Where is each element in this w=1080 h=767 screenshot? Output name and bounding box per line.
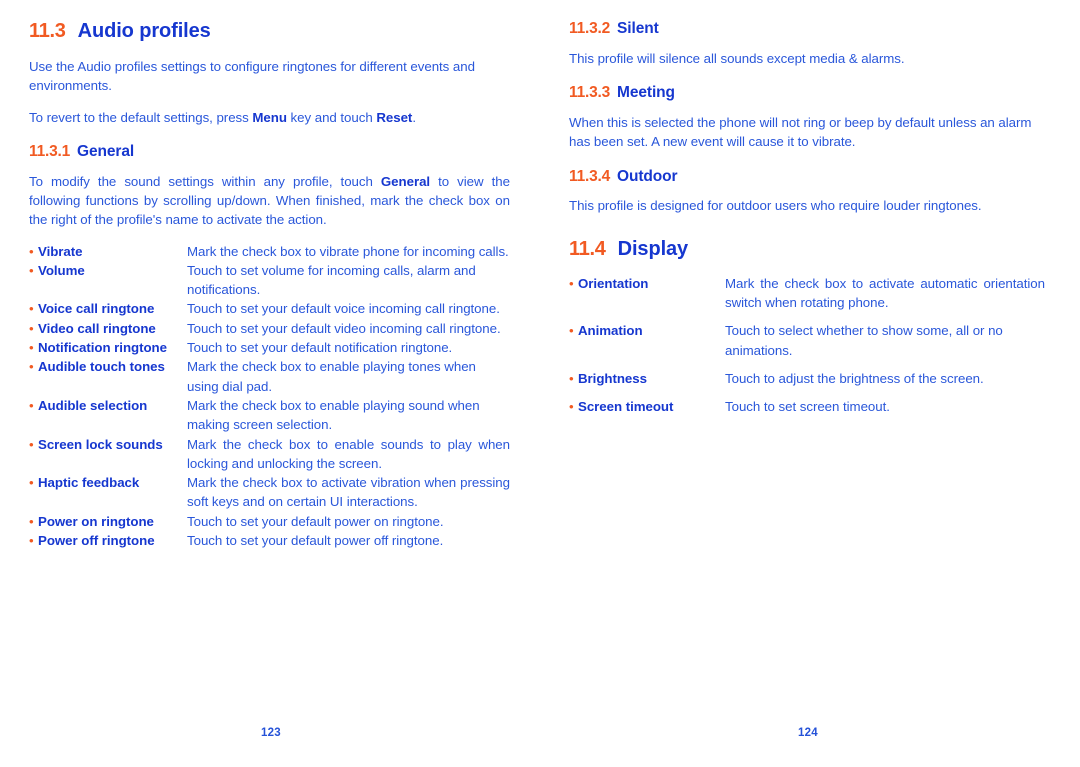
setting-row: • Voice call ringtone Touch to set your de… bbox=[29, 299, 510, 318]
setting-row: • Notification ringtone Touch to set your … bbox=[29, 338, 510, 357]
setting-term: Screen timeout bbox=[578, 399, 674, 415]
setting-description: Touch to select whether to show some, al… bbox=[725, 323, 1003, 358]
setting-description: Touch to set your default video incoming… bbox=[187, 320, 501, 336]
setting-description: Touch to set your default voice incoming… bbox=[187, 301, 500, 317]
revert-text-middle: key and touch bbox=[286, 109, 377, 125]
reset-label: Reset bbox=[376, 109, 413, 125]
bullet-icon: • bbox=[29, 243, 34, 259]
revert-text-before: To revert to the default settings, press bbox=[29, 109, 253, 125]
setting-row: • Brightness Touch to adjust the brightnes… bbox=[569, 369, 1045, 388]
setting-term: Power off ringtone bbox=[38, 533, 155, 549]
bullet-icon: • bbox=[569, 399, 574, 415]
setting-row: • Vibrate Mark the check box to vibrate ph… bbox=[29, 242, 510, 261]
bullet-icon: • bbox=[29, 340, 34, 356]
bullet-icon: • bbox=[569, 370, 574, 386]
setting-description: Touch to set your default power off ring… bbox=[187, 533, 444, 549]
setting-term: Voice call ringtone bbox=[38, 301, 155, 317]
bullet-icon: • bbox=[29, 533, 34, 549]
subsection-heading-meeting: 11.3.3 Meeting bbox=[569, 84, 1045, 102]
display-settings-list: • Orientation Mark the check box to activa… bbox=[569, 274, 1045, 417]
bullet-icon: • bbox=[29, 436, 34, 452]
setting-description: Touch to adjust the brightness of the sc… bbox=[725, 370, 984, 386]
intro-paragraph: Use the Audio profiles settings to confi… bbox=[29, 59, 475, 94]
setting-row: • Audible touch tones Mark the check box t… bbox=[29, 357, 510, 396]
subsection-heading-silent: 11.3.2 Silent bbox=[569, 20, 1045, 38]
setting-row: • Animation Touch to select whether to sho… bbox=[569, 321, 1045, 360]
setting-description: Mark the check box to enable playing sou… bbox=[187, 397, 480, 433]
bullet-icon: • bbox=[29, 397, 34, 413]
setting-term: Orientation bbox=[578, 275, 649, 291]
subsection-title: Meeting bbox=[617, 84, 675, 102]
setting-term: Volume bbox=[38, 262, 85, 278]
setting-row: • Screen timeout Touch to set screen timeo… bbox=[569, 397, 1045, 416]
bullet-icon: • bbox=[29, 475, 34, 491]
setting-description: Touch to set your default power on ringt… bbox=[187, 513, 444, 529]
setting-row: • Power on ringtone Touch to set your defa… bbox=[29, 512, 510, 531]
setting-row: • Power off ringtone Touch to set your def… bbox=[29, 531, 510, 550]
section-title: Audio profiles bbox=[77, 20, 211, 42]
setting-row: • Orientation Mark the check box to activa… bbox=[569, 274, 1045, 313]
meeting-paragraph: When this is selected the phone will not… bbox=[569, 114, 1032, 150]
menu-key-label: Menu bbox=[252, 109, 287, 125]
subsection-title: General bbox=[77, 142, 135, 160]
section-heading-display: 11.4 Display bbox=[569, 238, 1045, 261]
setting-term: Haptic feedback bbox=[38, 475, 140, 491]
section-title: Display bbox=[617, 237, 689, 260]
page-left: 11.3 Audio profiles Use the Audio profile… bbox=[0, 0, 540, 767]
page-number-right: 124 bbox=[798, 727, 818, 739]
setting-term: Notification ringtone bbox=[38, 340, 167, 356]
document-spread: 11.3 Audio profiles Use the Audio profile… bbox=[0, 0, 1080, 767]
bullet-icon: • bbox=[569, 323, 574, 339]
page-right: 11.3.2 Silent This profile will silence a… bbox=[540, 0, 1080, 767]
setting-description: Mark the check box to vibrate phone for … bbox=[187, 243, 509, 259]
subsection-title: Silent bbox=[617, 20, 659, 37]
setting-row: • Volume Touch to set volume for incoming … bbox=[29, 261, 510, 300]
subsection-number: 11.3.2 bbox=[569, 20, 611, 37]
subsection-title: Outdoor bbox=[617, 167, 678, 185]
bullet-icon: • bbox=[29, 359, 34, 375]
revert-text-after: . bbox=[412, 109, 416, 125]
setting-description: Touch to set your default notification r… bbox=[187, 340, 453, 356]
general-bold-label: General bbox=[380, 173, 431, 189]
subsection-number: 11.3.4 bbox=[569, 167, 611, 185]
bullet-icon: • bbox=[569, 275, 574, 291]
revert-paragraph: To revert to the default settings, press… bbox=[29, 108, 510, 127]
setting-term: Screen lock sounds bbox=[38, 436, 163, 452]
general-settings-list: • Vibrate Mark the check box to vibrate ph… bbox=[29, 242, 510, 551]
setting-description: Touch to set screen timeout. bbox=[725, 399, 890, 415]
setting-description: Mark the check box to enable sounds to p… bbox=[187, 436, 510, 471]
subsection-number: 11.3.1 bbox=[29, 142, 71, 160]
page-number-left: 123 bbox=[261, 727, 281, 739]
setting-description: Touch to set volume for incoming calls, … bbox=[187, 262, 476, 298]
setting-description: Mark the check box to activate vibration… bbox=[187, 475, 510, 510]
setting-row: • Video call ringtone Touch to set your de… bbox=[29, 319, 510, 338]
setting-row: • Haptic feedback Mark the check box to ac… bbox=[29, 473, 510, 512]
section-number: 11.4 bbox=[569, 237, 606, 260]
subsection-heading-outdoor: 11.3.4 Outdoor bbox=[569, 168, 1045, 186]
setting-term: Brightness bbox=[578, 370, 647, 386]
bullet-icon: • bbox=[29, 513, 34, 529]
general-text-before: To modify the sound settings within any … bbox=[29, 173, 381, 189]
setting-row: • Audible selection Mark the check box to … bbox=[29, 396, 510, 435]
setting-term: Video call ringtone bbox=[38, 320, 156, 336]
subsection-heading-general: 11.3.1 General bbox=[29, 143, 510, 161]
setting-row: • Screen lock sounds Mark the check box to… bbox=[29, 435, 510, 474]
section-number: 11.3 bbox=[29, 20, 66, 42]
setting-term: Vibrate bbox=[38, 243, 83, 259]
section-heading-audio-profiles: 11.3 Audio profiles bbox=[29, 20, 510, 43]
general-paragraph: To modify the sound settings within any … bbox=[29, 172, 510, 230]
setting-term: Animation bbox=[578, 323, 643, 339]
bullet-icon: • bbox=[29, 262, 34, 278]
bullet-icon: • bbox=[29, 320, 34, 336]
setting-term: Audible touch tones bbox=[38, 359, 165, 375]
silent-paragraph: This profile will silence all sounds exc… bbox=[569, 50, 905, 66]
setting-term: Audible selection bbox=[38, 397, 148, 413]
outdoor-paragraph: This profile is designed for outdoor use… bbox=[569, 198, 982, 214]
setting-description: Mark the check box to enable playing ton… bbox=[187, 359, 476, 394]
setting-description: Mark the check box to activate automatic… bbox=[725, 275, 1045, 310]
bullet-icon: • bbox=[29, 301, 34, 317]
subsection-number: 11.3.3 bbox=[569, 84, 611, 102]
setting-term: Power on ringtone bbox=[38, 513, 154, 529]
